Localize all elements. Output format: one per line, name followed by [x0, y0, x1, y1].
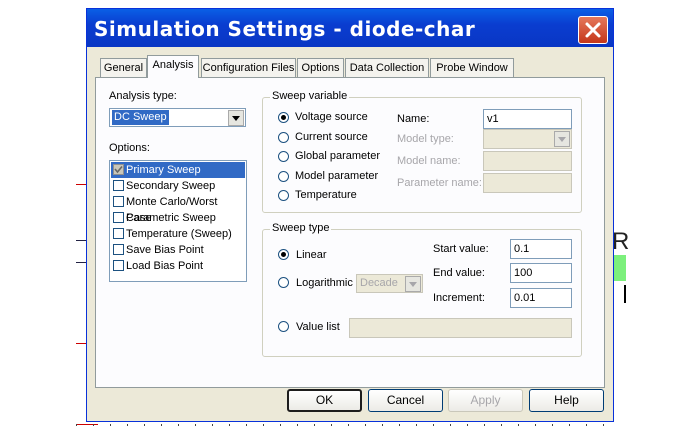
- chevron-down-icon: [554, 131, 570, 147]
- tab-options[interactable]: Options: [297, 58, 344, 77]
- option-load-bias-point[interactable]: Load Bias Point: [111, 258, 245, 274]
- chevron-down-icon: [405, 276, 421, 292]
- chevron-down-icon[interactable]: [228, 110, 244, 126]
- model-type-dropdown: [483, 129, 572, 149]
- value-list-field: [349, 318, 572, 338]
- radio-current-source[interactable]: [278, 132, 289, 143]
- tab-configuration-files[interactable]: Configuration Files: [201, 58, 296, 77]
- radio-label: Value list: [296, 321, 340, 333]
- analysis-panel: Analysis type: DC Sweep Options: Primary…: [95, 77, 605, 388]
- cancel-button[interactable]: Cancel: [368, 389, 443, 412]
- name-label: Name:: [397, 113, 430, 125]
- tab-analysis[interactable]: Analysis: [147, 55, 199, 78]
- checkbox[interactable]: [113, 260, 124, 271]
- radio-linear[interactable]: [278, 249, 289, 260]
- option-monte-carlo[interactable]: Monte Carlo/Worst Case: [111, 194, 245, 224]
- options-label: Options:: [109, 142, 150, 154]
- sweep-type-legend: Sweep type: [270, 222, 332, 234]
- increment-label: Increment:: [433, 292, 485, 304]
- sweep-variable-group: Sweep variable Voltage source Current so…: [262, 90, 582, 213]
- radio-value-list[interactable]: [278, 321, 289, 332]
- option-primary-sweep[interactable]: Primary Sweep: [111, 162, 245, 178]
- end-value-field[interactable]: 100: [510, 263, 572, 283]
- radio-label: Temperature: [295, 189, 357, 201]
- option-label: Primary Sweep: [126, 164, 201, 176]
- analysis-type-dropdown[interactable]: DC Sweep: [109, 108, 246, 127]
- radio-label: Voltage source: [295, 111, 368, 123]
- model-type-label: Model type:: [397, 133, 454, 145]
- radio-logarithmic[interactable]: [278, 277, 289, 288]
- option-label: Secondary Sweep: [126, 180, 216, 192]
- option-temperature-sweep[interactable]: Temperature (Sweep): [111, 226, 245, 242]
- option-save-bias-point[interactable]: Save Bias Point: [111, 242, 245, 258]
- log-scale-value: Decade: [360, 277, 398, 289]
- parameter-name-label: Parameter name:: [397, 177, 482, 189]
- radio-model-parameter[interactable]: [278, 171, 289, 182]
- model-name-field: [483, 151, 572, 171]
- analysis-type-label: Analysis type:: [109, 90, 177, 102]
- simulation-settings-dialog: Simulation Settings - diode-char General…: [86, 8, 614, 422]
- increment-field[interactable]: 0.01: [510, 288, 572, 308]
- schematic-grid: [76, 424, 616, 426]
- tab-data-collection[interactable]: Data Collection: [345, 58, 429, 77]
- start-value-field[interactable]: 0.1: [510, 239, 572, 259]
- title-bar[interactable]: Simulation Settings - diode-char: [87, 9, 613, 47]
- parameter-name-field: [483, 173, 572, 193]
- checkbox[interactable]: [113, 244, 124, 255]
- radio-voltage-source[interactable]: [278, 112, 289, 123]
- option-secondary-sweep[interactable]: Secondary Sweep: [111, 178, 245, 194]
- option-label: Save Bias Point: [126, 244, 204, 256]
- checkbox[interactable]: [113, 180, 124, 191]
- schematic-line: [624, 285, 626, 303]
- option-label: Load Bias Point: [126, 260, 204, 272]
- checkbox[interactable]: [113, 164, 124, 175]
- radio-label: Global parameter: [295, 150, 380, 162]
- name-field[interactable]: v1: [483, 109, 572, 129]
- help-button[interactable]: Help: [529, 389, 604, 412]
- sweep-type-group: Sweep type Linear Logarithmic Decade Sta…: [262, 222, 582, 357]
- radio-label: Logarithmic: [296, 277, 353, 289]
- tab-probe-window[interactable]: Probe Window: [430, 58, 514, 77]
- radio-label: Linear: [296, 249, 327, 261]
- start-value-label: Start value:: [433, 243, 489, 255]
- radio-global-parameter[interactable]: [278, 151, 289, 162]
- apply-button: Apply: [448, 389, 523, 412]
- schematic-highlight: [614, 255, 626, 281]
- end-value-label: End value:: [433, 267, 485, 279]
- radio-label: Current source: [295, 131, 368, 143]
- options-list: Primary Sweep Secondary Sweep Monte Carl…: [109, 160, 247, 282]
- option-label: Temperature (Sweep): [126, 228, 232, 240]
- checkbox[interactable]: [113, 228, 124, 239]
- schematic-label: R: [612, 228, 630, 255]
- option-parametric-sweep[interactable]: Parametric Sweep: [111, 210, 245, 226]
- tab-general[interactable]: General: [100, 58, 147, 77]
- sweep-variable-legend: Sweep variable: [270, 90, 350, 102]
- checkbox[interactable]: [113, 212, 124, 223]
- analysis-type-value: DC Sweep: [112, 110, 169, 125]
- window-title: Simulation Settings - diode-char: [94, 17, 476, 41]
- radio-temperature[interactable]: [278, 190, 289, 201]
- ok-button[interactable]: OK: [287, 389, 362, 412]
- checkbox[interactable]: [113, 196, 124, 207]
- radio-label: Model parameter: [295, 170, 379, 182]
- option-label: Parametric Sweep: [126, 212, 216, 224]
- model-name-label: Model name:: [397, 155, 461, 167]
- close-icon: [585, 22, 601, 38]
- log-scale-dropdown: Decade: [356, 274, 423, 293]
- close-button[interactable]: [578, 16, 608, 44]
- check-icon: [114, 165, 123, 174]
